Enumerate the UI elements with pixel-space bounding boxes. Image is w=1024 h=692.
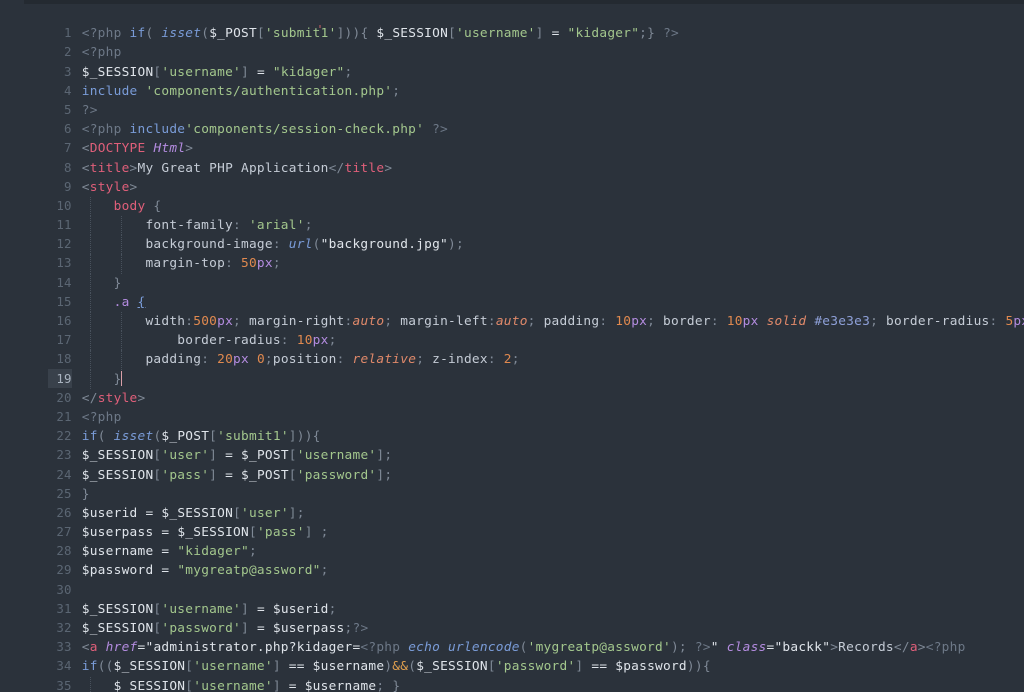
- code-line[interactable]: 35 $_SESSION['username'] = $username; }: [0, 656, 1024, 692]
- code-line[interactable]: 10 body {: [0, 177, 1024, 217]
- code-line[interactable]: 27 $userpass = $_SESSION['pass'] ;: [0, 503, 1024, 540]
- code-line[interactable]: 26 $userid = $_SESSION['user'];: [0, 484, 1024, 521]
- code-line[interactable]: 24 $_SESSION['pass'] = $_POST['password']…: [0, 445, 1024, 483]
- code-line[interactable]: 15 .a {: [0, 273, 1024, 313]
- code-line[interactable]: 14 }: [0, 253, 1024, 293]
- code-line[interactable]: 36 if (isset($_SESSION['username'])){: [0, 676, 1024, 692]
- code-line[interactable]: 21 <?php: [0, 388, 1024, 425]
- code-line[interactable]: 25}: [0, 465, 1024, 502]
- code-line[interactable]: 16 width:500px; margin-right:auto; margi…: [0, 292, 1024, 332]
- code-line[interactable]: 22 if( isset($_POST['submit1'])){: [0, 407, 1024, 444]
- code-line[interactable]: 9 <style>: [0, 158, 1024, 195]
- code-line[interactable]: 3 $_SESSION['username'] = "kidager";: [0, 42, 1024, 80]
- code-viewport[interactable]: 1 <?php if( isset($_POST['submit1'])){ $_…: [0, 4, 1024, 692]
- code-line[interactable]: 13 margin-top: 50px;: [0, 234, 1024, 274]
- code-line[interactable]: 6 <?php include'components/session-check.…: [0, 100, 1024, 137]
- code-line[interactable]: 23 $_SESSION['user'] = $_POST['username']…: [0, 426, 1024, 463]
- code-line[interactable]: 7 <DOCTYPE Html>: [0, 119, 1024, 156]
- code-line[interactable]: 20 </style>: [0, 369, 1024, 406]
- code-line[interactable]: 11 font-family: 'arial';: [0, 196, 1024, 236]
- code-line[interactable]: 28 $username = "kidager";: [0, 522, 1024, 559]
- code-line[interactable]: 34 if(($_SESSION['username'] == $username…: [0, 637, 1024, 674]
- code-line[interactable]: 17 border-radius: 10px;: [0, 311, 1024, 351]
- code-line[interactable]: 30: [0, 560, 1024, 597]
- code-line[interactable]: 29 $password = "mygreatp@assword";: [0, 541, 1024, 578]
- code-line[interactable]: 8 <title>My Great PHP Application</title>: [0, 138, 1024, 176]
- code-line[interactable]: 1 <?php if( isset($_POST['submit1'])){ $_…: [0, 4, 1024, 41]
- code-line[interactable]: 12 background-image: url("background.jpg…: [0, 215, 1024, 255]
- code-line[interactable]: 4 include 'components/authentication.php'…: [0, 62, 1024, 99]
- code-line[interactable]: 31 $_SESSION['username'] = $userid;: [0, 580, 1024, 617]
- code-line[interactable]: 33 <a href="administrator.php?kidager=<?p…: [0, 618, 1024, 655]
- code-line[interactable]: 2 <?php: [0, 23, 1024, 60]
- code-line-active[interactable]: 19 }: [0, 349, 1024, 389]
- code-editor[interactable]: 1 <?php if( isset($_POST['submit1'])){ $_…: [0, 0, 1024, 692]
- code-line[interactable]: 18 padding: 20px 0;position: relative; z…: [0, 330, 1024, 370]
- code-line[interactable]: 32 $_SESSION['password'] = $userpass;?>: [0, 599, 1024, 636]
- code-line[interactable]: 5 ?>: [0, 81, 1024, 118]
